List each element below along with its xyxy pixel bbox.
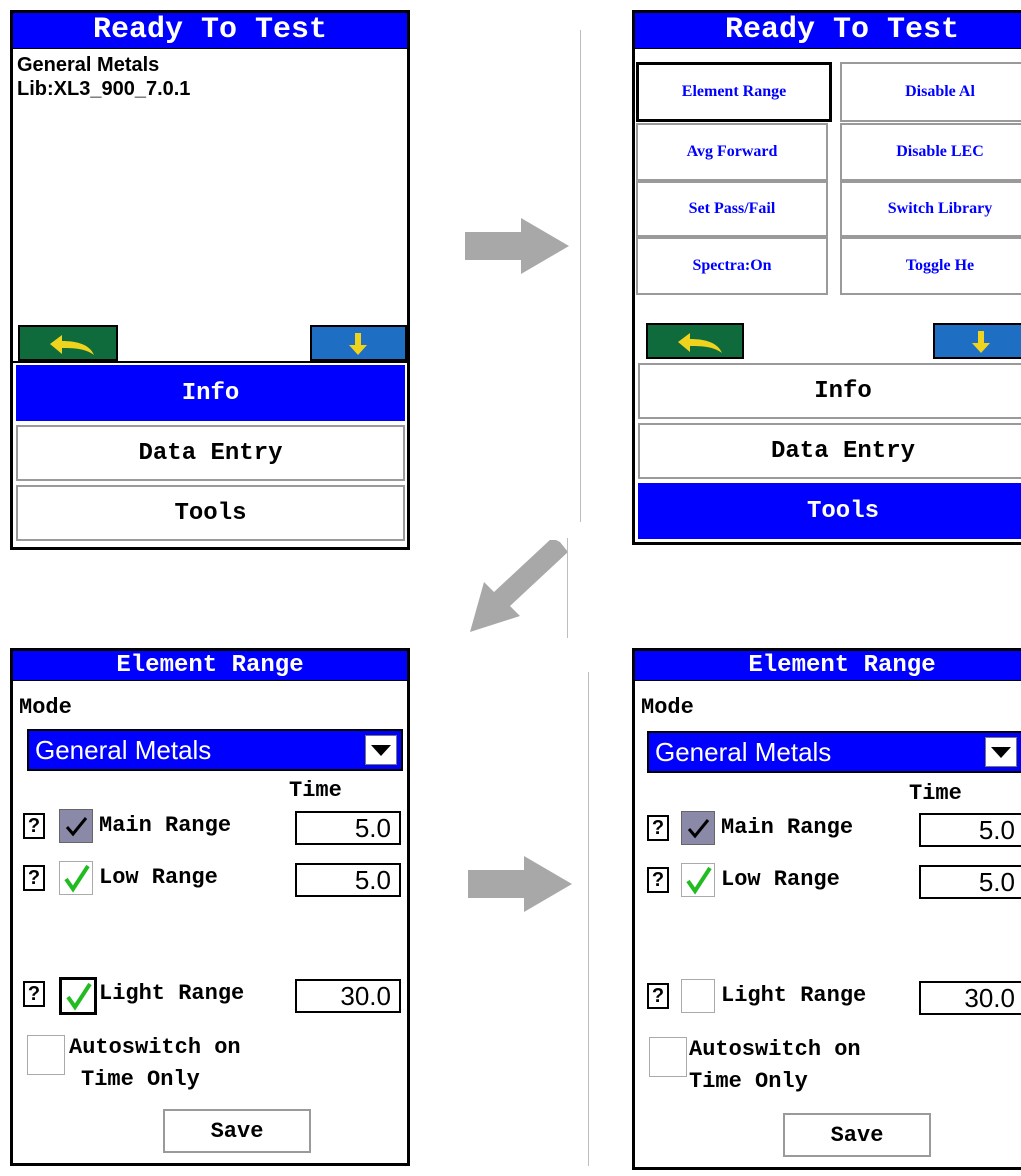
low-range-checkbox[interactable] <box>59 861 93 895</box>
autoswitch-label-line1: Autoswitch on <box>689 1037 861 1062</box>
mode-line: General Metals <box>17 54 160 76</box>
help-button[interactable]: ? <box>23 813 45 839</box>
dropdown-caret-icon[interactable] <box>365 735 397 765</box>
tools-screen: Ready To Test Element Range Disable Al A… <box>632 10 1021 545</box>
tools-title: Ready To Test <box>635 13 1021 49</box>
scroll-down-button[interactable] <box>933 323 1021 359</box>
menu-info[interactable]: Info <box>638 363 1021 419</box>
mode-label: Mode <box>19 695 72 720</box>
transition-arrow-icon <box>465 218 569 274</box>
main-range-label: Main Range <box>721 815 854 840</box>
back-arrow-icon <box>678 333 722 353</box>
light-range-time[interactable]: 30.0 <box>919 981 1021 1015</box>
main-range-checkbox[interactable] <box>59 809 93 843</box>
menu-info[interactable]: Info <box>16 365 405 421</box>
tile-disable-lec[interactable]: Disable LEC <box>840 123 1021 181</box>
autoswitch-label-line2: Time Only <box>689 1069 808 1094</box>
transition-arrow-icon <box>468 856 572 912</box>
main-range-label: Main Range <box>99 813 232 838</box>
autoswitch-checkbox[interactable] <box>649 1037 687 1077</box>
low-range-label: Low Range <box>99 865 218 890</box>
element-range-screen: Element Range Mode General Metals Time ?… <box>10 648 410 1166</box>
library-line: Lib:XL3_900_7.0.1 <box>17 78 191 100</box>
save-button[interactable]: Save <box>783 1113 931 1157</box>
autoswitch-label-line1: Autoswitch on <box>69 1035 241 1060</box>
help-button[interactable]: ? <box>23 865 45 891</box>
mode-dropdown[interactable]: General Metals <box>27 729 403 771</box>
time-header: Time <box>289 778 342 803</box>
save-button[interactable]: Save <box>163 1109 311 1153</box>
time-header: Time <box>909 781 962 806</box>
light-range-label: Light Range <box>721 983 867 1008</box>
help-button[interactable]: ? <box>647 867 669 893</box>
element-range-screen: Element Range Mode General Metals Time ?… <box>632 648 1021 1170</box>
divider-line <box>580 30 581 522</box>
menu-tools[interactable]: Tools <box>16 485 405 541</box>
checkmark-icon <box>64 864 90 893</box>
checkmark-icon <box>686 866 712 895</box>
low-range-time[interactable]: 5.0 <box>295 863 401 897</box>
checkmark-icon <box>66 982 92 1011</box>
checkmark-icon <box>65 817 88 837</box>
tile-avg-forward[interactable]: Avg Forward <box>636 123 828 181</box>
info-text: General Metals Lib:XL3_900_7.0.1 <box>17 53 190 101</box>
help-button[interactable]: ? <box>647 983 669 1009</box>
tile-switch-library[interactable]: Switch Library <box>840 181 1021 237</box>
back-button[interactable] <box>18 325 118 361</box>
light-range-checkbox[interactable] <box>681 979 715 1013</box>
ready-screen: Ready To Test General Metals Lib:XL3_900… <box>10 10 410 550</box>
element-range-title: Element Range <box>13 651 407 681</box>
help-button[interactable]: ? <box>647 815 669 841</box>
mode-value: General Metals <box>655 737 832 767</box>
light-range-checkbox[interactable] <box>59 977 97 1015</box>
checkmark-icon <box>687 819 710 839</box>
scroll-down-button[interactable] <box>310 325 407 361</box>
tile-toggle-he[interactable]: Toggle He <box>840 237 1021 295</box>
down-arrow-icon <box>349 333 367 355</box>
main-range-time[interactable]: 5.0 <box>295 811 401 845</box>
main-range-checkbox[interactable] <box>681 811 715 845</box>
light-range-label: Light Range <box>99 981 245 1006</box>
menu-data-entry[interactable]: Data Entry <box>16 425 405 481</box>
dropdown-caret-icon[interactable] <box>985 737 1017 767</box>
divider-line <box>588 672 589 1166</box>
down-arrow-icon <box>972 331 990 353</box>
mode-dropdown[interactable]: General Metals <box>647 731 1021 773</box>
mode-label: Mode <box>641 695 694 720</box>
tile-spectra[interactable]: Spectra:On <box>636 237 828 295</box>
tile-disable-al[interactable]: Disable Al <box>840 62 1021 122</box>
light-range-time[interactable]: 30.0 <box>295 979 401 1013</box>
low-range-label: Low Range <box>721 867 840 892</box>
transition-arrow-icon <box>470 540 568 632</box>
menu-tools[interactable]: Tools <box>638 483 1021 539</box>
back-arrow-icon <box>50 335 94 355</box>
nav-separator <box>13 361 407 363</box>
low-range-checkbox[interactable] <box>681 863 715 897</box>
menu-data-entry[interactable]: Data Entry <box>638 423 1021 479</box>
tile-set-pass-fail[interactable]: Set Pass/Fail <box>636 181 828 237</box>
help-button[interactable]: ? <box>23 981 45 1007</box>
back-button[interactable] <box>646 323 744 359</box>
autoswitch-label-line2: Time Only <box>81 1067 200 1092</box>
autoswitch-checkbox[interactable] <box>27 1035 65 1075</box>
tile-element-range[interactable]: Element Range <box>636 62 832 122</box>
mode-value: General Metals <box>35 735 212 765</box>
divider-line <box>567 538 568 638</box>
element-range-title: Element Range <box>635 651 1021 681</box>
main-range-time[interactable]: 5.0 <box>919 813 1021 847</box>
low-range-time[interactable]: 5.0 <box>919 865 1021 899</box>
ready-title: Ready To Test <box>13 13 407 49</box>
